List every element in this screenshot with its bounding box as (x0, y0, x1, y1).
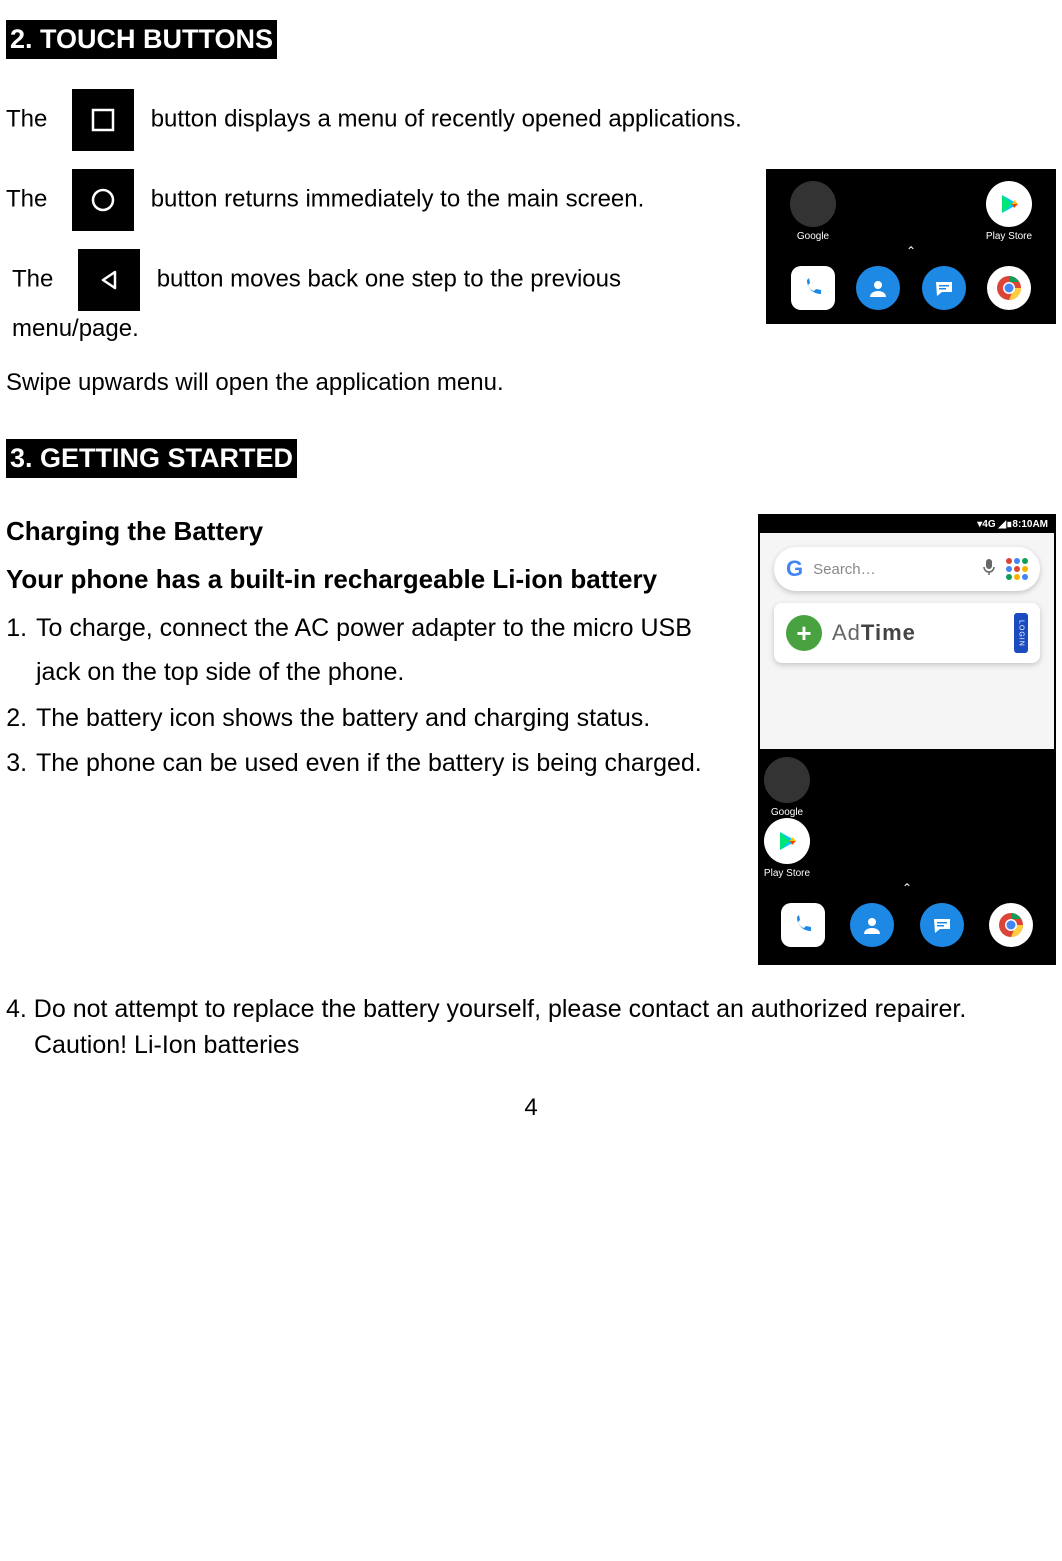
back-button-desc: The button moves back one step to the pr… (6, 249, 746, 347)
messages-app-icon (920, 903, 964, 947)
swipe-up-indicator-icon: ⌃ (772, 244, 1050, 258)
list-item: The phone can be used even if the batter… (34, 742, 738, 786)
play-store-label: Play Store (764, 868, 810, 879)
chrome-app-icon (989, 903, 1033, 947)
adtime-label: AdTime (832, 620, 1004, 646)
text: button displays a menu of recently opene… (151, 105, 742, 132)
recent-apps-desc: The button displays a menu of recently o… (6, 89, 1056, 151)
home-screen-screenshot: ▾4G ◢∎8:10AM G Search… (758, 514, 1056, 965)
apps-grid-icon (1006, 558, 1028, 580)
google-label: Google (771, 807, 803, 818)
section-2-heading: 2. TOUCH BUTTONS (6, 20, 277, 59)
play-store-label: Play Store (986, 231, 1032, 242)
mic-icon (982, 558, 996, 581)
home-button-desc: The button returns immediately to the ma… (6, 169, 746, 231)
text: The (6, 105, 47, 132)
recent-apps-button-icon (72, 89, 134, 151)
contacts-app-icon (850, 903, 894, 947)
charging-steps-list: To charge, connect the AC power adapter … (6, 607, 738, 786)
text: button returns immediately to the main s… (151, 185, 645, 212)
charging-subheading: Charging the Battery (6, 516, 738, 547)
swipe-up-desc: Swipe upwards will open the application … (6, 365, 1056, 401)
search-placeholder: Search… (813, 561, 972, 578)
phone-app-icon (781, 903, 825, 947)
list-item: To charge, connect the AC power adapter … (34, 607, 738, 695)
status-bar: ▾4G ◢∎8:10AM (760, 516, 1054, 533)
google-g-icon: G (786, 556, 803, 582)
swipe-up-indicator-icon: ⌃ (760, 881, 1054, 895)
plus-icon: + (786, 615, 822, 651)
play-store-app: Play Store (982, 181, 1036, 242)
play-store-app: Play Store (760, 818, 814, 879)
home-button-icon (72, 169, 134, 231)
login-tab: LOGIN (1014, 613, 1028, 653)
google-folder-app: Google (760, 757, 814, 818)
chrome-app-icon (987, 266, 1031, 310)
list-item-4: 4. Do not attempt to replace the battery… (6, 991, 1056, 1064)
back-button-icon (78, 249, 140, 311)
text: The (6, 185, 47, 212)
google-folder-app: Google (786, 181, 840, 242)
google-search-bar: G Search… (774, 547, 1040, 591)
battery-subheading: Your phone has a built-in rechargeable L… (6, 557, 738, 601)
section-3-heading: 3. GETTING STARTED (6, 439, 297, 478)
contacts-app-icon (856, 266, 900, 310)
google-label: Google (797, 231, 829, 242)
phone-app-icon (791, 266, 835, 310)
list-item: The battery icon shows the battery and c… (34, 697, 738, 741)
home-strip-screenshot: Google Play Store ⌃ (766, 169, 1056, 324)
adtime-widget: + AdTime LOGIN (774, 603, 1040, 663)
messages-app-icon (922, 266, 966, 310)
page-number: 4 (6, 1094, 1056, 1122)
text: The (12, 265, 53, 292)
